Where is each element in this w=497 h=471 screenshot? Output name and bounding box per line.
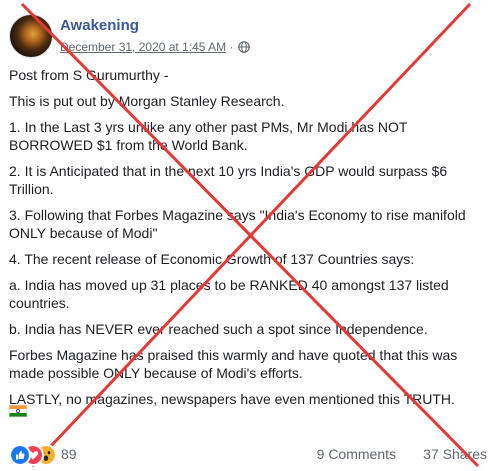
- meta-separator: ·: [229, 40, 234, 54]
- post-paragraph: LASTLY, no magazines, newspapers have ev…: [9, 391, 455, 407]
- post-paragraph: Post from S Gurumurthy -: [9, 67, 169, 83]
- post-date[interactable]: December 31, 2020 at 1:45 AM: [60, 40, 226, 54]
- post-paragraph: 1. In the Last 3 yrs unlike any other pa…: [9, 119, 408, 153]
- post-body: Post from S Gurumurthy - This is put out…: [9, 66, 487, 426]
- post-paragraph: 2. It is Anticipated that in the next 10…: [9, 163, 448, 197]
- author-name[interactable]: Awakening: [60, 17, 139, 34]
- post-header: Awakening December 31, 2020 at 1:45 AM ·: [9, 10, 489, 60]
- india-flag-icon: [9, 405, 27, 417]
- post-paragraph: a. India has moved up 31 places to be RA…: [9, 277, 449, 311]
- post-paragraph: Forbes Magazine has praised this warmly …: [9, 347, 458, 381]
- reaction-count[interactable]: 89: [61, 446, 77, 462]
- like-icon[interactable]: [9, 444, 31, 466]
- globe-icon[interactable]: [237, 41, 250, 53]
- post-paragraph: This is put out by Morgan Stanley Resear…: [9, 93, 285, 109]
- shares-count[interactable]: 37 Shares: [423, 446, 487, 462]
- post-paragraph: 3. Following that Forbes Magazine says "…: [9, 207, 466, 241]
- post-paragraph: 4. The recent release of Economic Growth…: [9, 251, 415, 267]
- post-paragraph: b. India has NEVER ever reached such a s…: [9, 321, 428, 337]
- post-footer: 89 9 Comments 37 Shares: [9, 444, 487, 466]
- comments-count[interactable]: 9 Comments: [317, 446, 396, 462]
- post-meta: December 31, 2020 at 1:45 AM ·: [60, 40, 250, 54]
- avatar[interactable]: [9, 14, 53, 58]
